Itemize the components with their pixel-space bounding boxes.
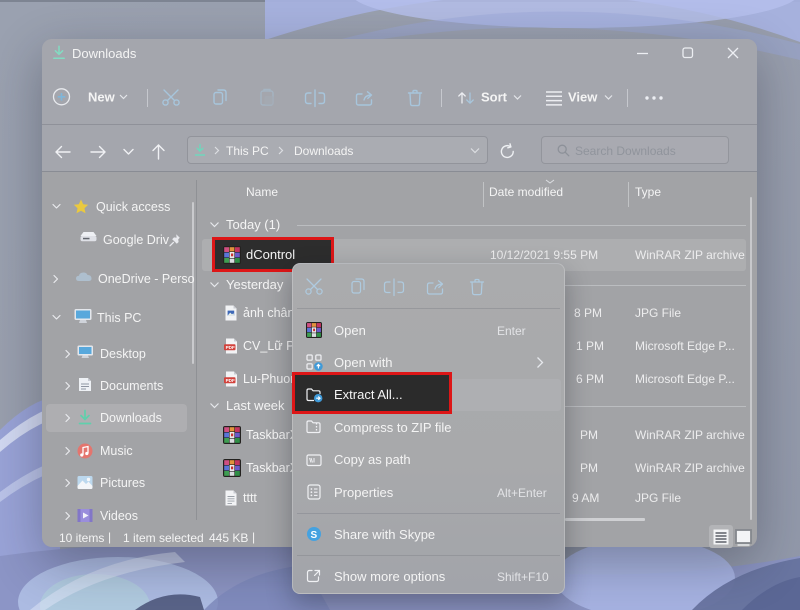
svg-text:Sort: Sort bbox=[481, 90, 508, 105]
svg-text:New: New bbox=[88, 90, 116, 105]
svg-text:View: View bbox=[568, 90, 598, 105]
svg-text:Downloads: Downloads bbox=[294, 144, 353, 158]
svg-text:S: S bbox=[311, 530, 318, 541]
svg-text:This PC: This PC bbox=[226, 144, 269, 158]
